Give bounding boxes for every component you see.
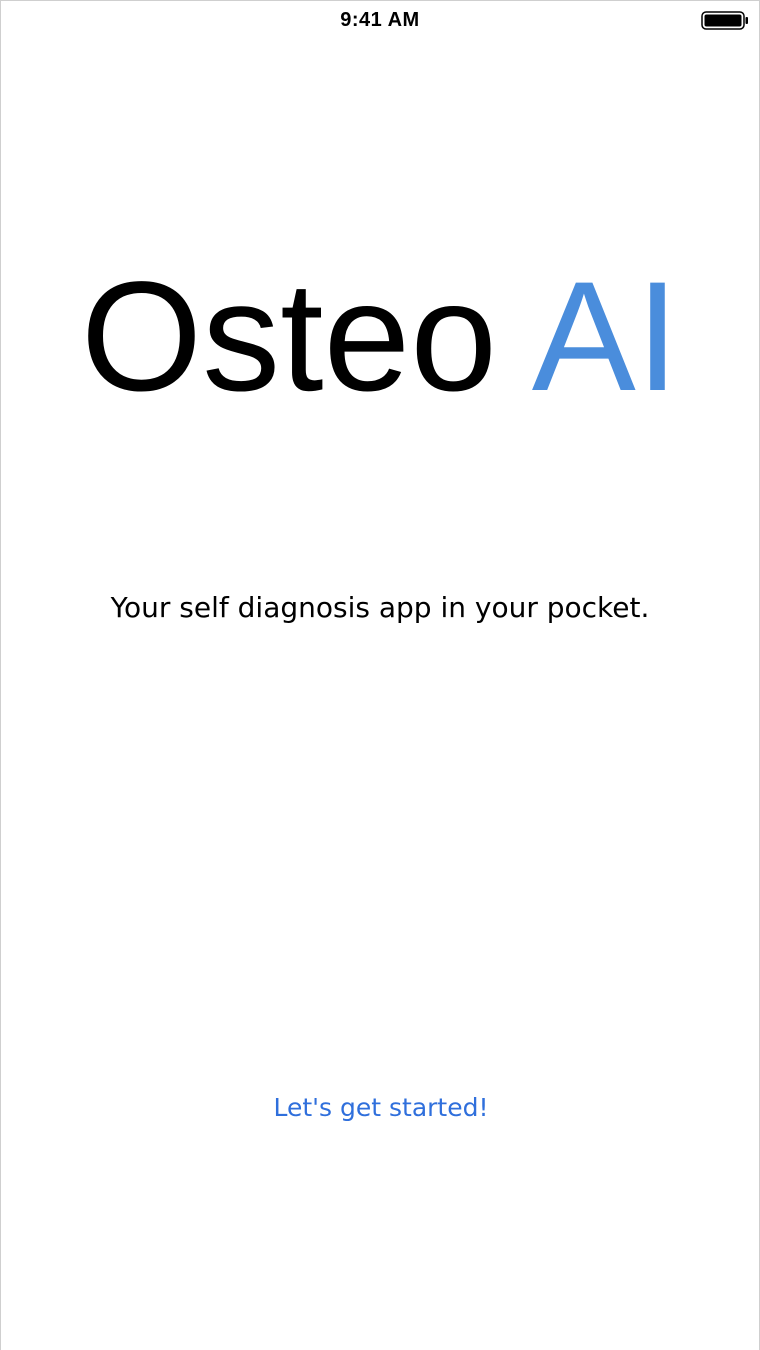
status-time: 9:41 AM — [340, 9, 420, 31]
logo-word-osteo: Osteo — [80, 250, 498, 424]
battery-full-icon — [701, 11, 748, 30]
status-bar: 9:41 AM — [1, 1, 759, 41]
tagline: Your self diagnosis app in your pocket. — [110, 591, 650, 624]
app-logo: Osteo AI — [1, 259, 759, 415]
logo-word-ai: AI — [531, 250, 680, 424]
get-started-button[interactable]: Let's get started! — [231, 1086, 531, 1130]
onboarding-screen: 9:41 AM Osteo AI Your self diagnosis app… — [0, 0, 760, 1350]
